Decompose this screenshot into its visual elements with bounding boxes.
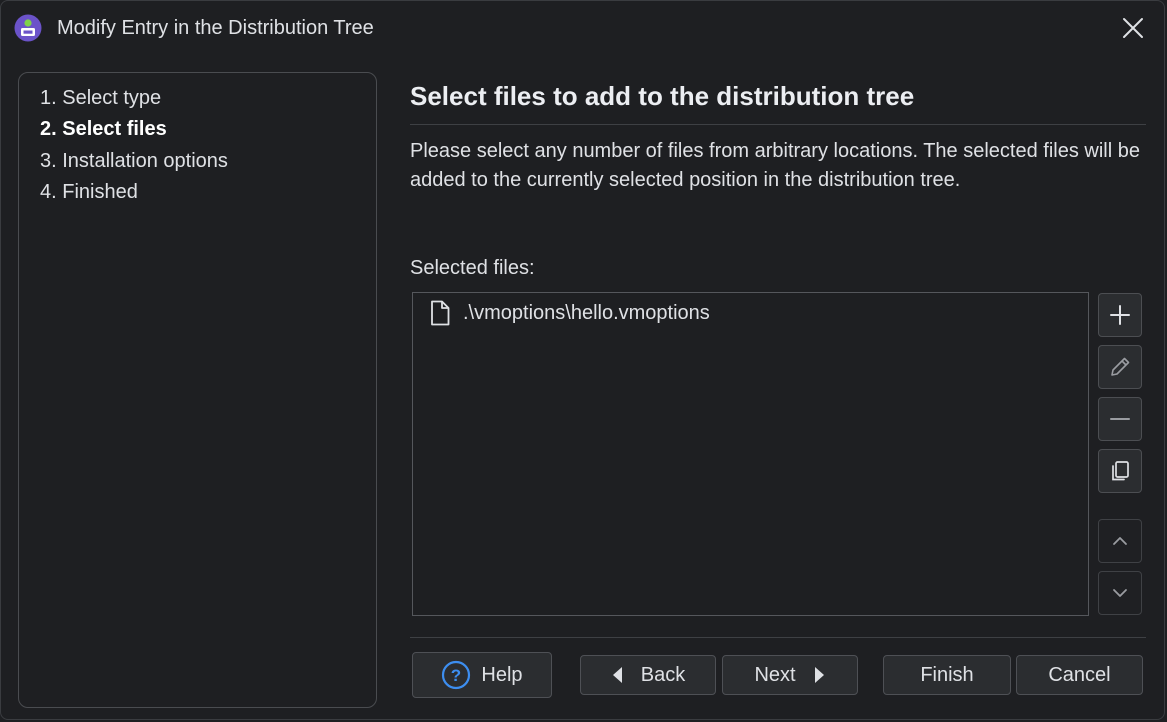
chevron-down-icon (1113, 589, 1127, 597)
pencil-icon (1111, 357, 1130, 376)
triangle-left-icon (612, 667, 622, 683)
edit-button[interactable] (1098, 345, 1142, 389)
file-name: .\vmoptions\hello.vmoptions (463, 301, 710, 324)
list-item[interactable]: .\vmoptions\hello.vmoptions (427, 299, 710, 327)
move-up-button[interactable] (1098, 519, 1142, 563)
copy-button[interactable] (1098, 449, 1142, 493)
app-icon (14, 14, 42, 42)
close-icon[interactable] (1120, 15, 1146, 41)
page-description: Please select any number of files from a… (410, 140, 1140, 191)
add-button[interactable] (1098, 293, 1142, 337)
plus-icon (1110, 305, 1130, 325)
step-select-type: 1. Select type (40, 87, 162, 109)
chevron-up-icon (1113, 537, 1127, 545)
heading-divider (410, 124, 1146, 125)
move-down-button[interactable] (1098, 571, 1142, 615)
minus-icon (1110, 418, 1130, 420)
selected-files-list[interactable]: .\vmoptions\hello.vmoptions (412, 292, 1089, 616)
selected-files-label: Selected files: (410, 257, 535, 279)
back-label: Back (640, 663, 686, 686)
help-label: Help (481, 663, 523, 686)
triangle-right-icon (814, 667, 824, 683)
next-label: Next (754, 663, 796, 686)
step-finished: 4. Finished (40, 181, 138, 203)
finish-label: Finish (920, 663, 974, 686)
finish-button[interactable]: Finish (883, 655, 1011, 695)
copy-icon (1112, 461, 1129, 481)
help-button[interactable]: ? Help (412, 652, 552, 698)
window-title: Modify Entry in the Distribution Tree (57, 17, 374, 39)
dialog-window: Modify Entry in the Distribution Tree 1.… (0, 0, 1165, 720)
remove-button[interactable] (1098, 397, 1142, 441)
steps-panel: 1. Select type 2. Select files 3. Instal… (18, 72, 377, 708)
title-bar: Modify Entry in the Distribution Tree (1, 1, 1164, 57)
cancel-button[interactable]: Cancel (1016, 655, 1143, 695)
file-icon (431, 300, 450, 326)
page-heading: Select files to add to the distribution … (410, 81, 915, 111)
step-select-files: 2. Select files (40, 118, 167, 140)
back-button[interactable]: Back (580, 655, 716, 695)
footer-divider (410, 637, 1146, 638)
step-installation-options: 3. Installation options (40, 150, 228, 172)
next-button[interactable]: Next (722, 655, 858, 695)
cancel-label: Cancel (1048, 663, 1111, 686)
svg-text:?: ? (451, 666, 461, 685)
help-icon: ? (442, 660, 471, 690)
